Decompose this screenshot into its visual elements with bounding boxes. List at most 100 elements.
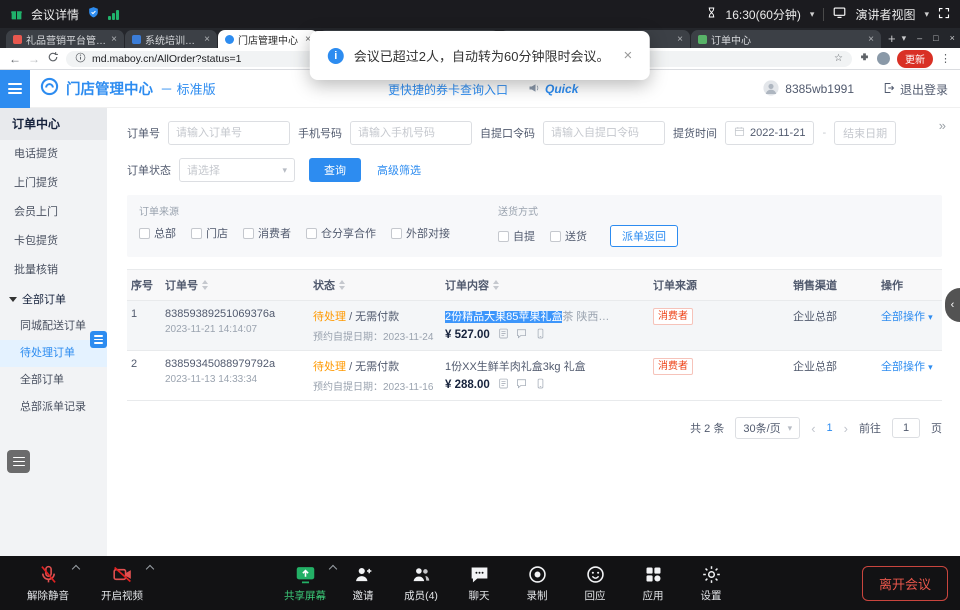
sidebar-item-member-visit[interactable]: 会员上门 — [0, 198, 107, 227]
meeting-title[interactable]: 会议详情 — [31, 6, 79, 23]
back-icon[interactable]: ← — [9, 53, 21, 65]
order-no-input[interactable] — [168, 121, 290, 145]
sort-icon[interactable] — [339, 280, 345, 290]
receipt-icon[interactable] — [498, 331, 509, 342]
row-actions-dropdown[interactable]: 全部操作 ▾ — [877, 308, 942, 343]
tab-close-icon[interactable]: × — [868, 34, 874, 45]
col-content[interactable]: 订单内容 — [441, 277, 649, 293]
checkbox-delivery-deliver[interactable]: 送货 — [550, 228, 587, 244]
table-row[interactable]: 2 83859345088979792a 2023-11-13 14:33:34… — [127, 351, 942, 401]
sort-icon[interactable] — [493, 280, 499, 290]
extensions-icon[interactable] — [859, 52, 870, 66]
timer-caret-icon[interactable]: ▾ — [810, 9, 815, 20]
table-row[interactable]: 1 83859389251069376a 2023-11-21 14:14:07… — [127, 301, 942, 351]
signal-icon[interactable] — [108, 9, 119, 20]
share-options-caret-icon[interactable] — [329, 565, 337, 573]
forward-icon[interactable]: → — [28, 53, 40, 65]
toast-close-icon[interactable]: × — [623, 47, 632, 64]
order-status-select[interactable]: 请选择 ▾ — [179, 158, 295, 182]
message-icon[interactable] — [516, 331, 527, 342]
share-screen-button[interactable]: 共享屏幕 — [283, 563, 327, 603]
start-date-picker[interactable]: 2022-11-21 — [725, 121, 814, 145]
tab-search-icon[interactable]: ▾ — [902, 33, 907, 44]
window-maximize-icon[interactable]: □ — [933, 33, 938, 43]
leave-meeting-button[interactable]: 离开会议 — [862, 566, 948, 601]
search-button[interactable]: 查询 — [309, 158, 361, 182]
reload-icon[interactable] — [47, 51, 59, 66]
checkbox-source-external[interactable]: 外部对接 — [391, 225, 450, 241]
tab-close-icon[interactable]: × — [204, 34, 210, 45]
sidebar-expand-handle[interactable] — [90, 331, 107, 348]
fullscreen-icon[interactable] — [938, 7, 950, 22]
logout-button[interactable]: 退出登录 — [883, 70, 948, 108]
row-actions-dropdown[interactable]: 全部操作 ▾ — [877, 358, 942, 393]
next-page-icon[interactable]: › — [844, 421, 848, 436]
view-mode-caret-icon[interactable]: ▾ — [924, 9, 929, 20]
message-icon[interactable] — [516, 381, 527, 392]
checkbox-delivery-pickup[interactable]: 自提 — [498, 228, 535, 244]
advanced-filter-link[interactable]: 高级筛选 — [377, 162, 421, 178]
browser-tab[interactable]: 订单中心 × — [691, 30, 881, 48]
browser-menu-icon[interactable]: ⋮ — [940, 52, 951, 65]
browser-tab-active[interactable]: 门店管理中心 × — [218, 30, 318, 48]
browser-tab[interactable]: 礼品营销平台管理中心 × — [6, 30, 124, 48]
sidebar-item-batch-verify[interactable]: 批量核销 — [0, 256, 107, 285]
window-minimize-icon[interactable]: – — [917, 33, 922, 43]
coupon-query-link[interactable]: 更快捷的券卡查询入口 — [388, 81, 508, 98]
window-close-icon[interactable]: × — [950, 33, 955, 43]
view-mode-selector[interactable]: 演讲者视图 — [855, 6, 915, 23]
checkbox-source-consumer[interactable]: 消费者 — [243, 225, 291, 241]
goto-page-input[interactable] — [892, 418, 920, 438]
tab-close-icon[interactable]: × — [111, 34, 117, 45]
checkbox-source-hq[interactable]: 总部 — [139, 225, 176, 241]
table-header: 序号 订单号 状态 订单内容 订单来源 销售渠道 操作 — [127, 269, 942, 301]
sidebar-item-card-pickup[interactable]: 卡包提货 — [0, 227, 107, 256]
reaction-button[interactable]: 回应 — [573, 563, 617, 603]
site-info-icon[interactable] — [75, 52, 86, 66]
settings-button[interactable]: 设置 — [689, 563, 733, 603]
sidebar-item-all-orders[interactable]: 全部订单 — [0, 367, 107, 394]
current-page[interactable]: 1 — [827, 422, 833, 434]
end-date-picker[interactable]: 结束日期 — [834, 121, 896, 145]
shield-check-icon[interactable] — [87, 6, 100, 22]
prev-page-icon[interactable]: ‹ — [811, 421, 815, 436]
floating-menu-button[interactable] — [7, 450, 30, 473]
video-options-caret-icon[interactable] — [146, 565, 154, 573]
mic-off-icon — [38, 563, 59, 585]
chat-button[interactable]: 聊天 — [457, 563, 501, 603]
start-video-button[interactable]: 开启视频 — [100, 563, 144, 603]
unmute-button[interactable]: 解除静音 — [26, 563, 70, 603]
page-size-select[interactable]: 30条/页 ▾ — [735, 417, 800, 439]
mic-options-caret-icon[interactable] — [72, 565, 80, 573]
browser-profile-icon[interactable] — [877, 52, 890, 65]
collapse-panel-icon[interactable]: » — [939, 118, 946, 133]
quick-entry[interactable]: Quick — [528, 82, 578, 97]
members-button[interactable]: 成员(4) — [399, 563, 443, 603]
col-status[interactable]: 状态 — [309, 277, 441, 293]
sidebar-item-phone-pickup[interactable]: 电话提货 — [0, 140, 107, 169]
phone-input[interactable] — [350, 121, 472, 145]
sidebar-group-all-orders[interactable]: 全部订单 — [0, 285, 107, 313]
tab-close-icon[interactable]: × — [677, 34, 683, 45]
browser-update-button[interactable]: 更新 — [897, 50, 933, 68]
order-price: ¥ 288.00 — [445, 379, 490, 391]
user-account[interactable]: 8385wb1991 — [763, 70, 854, 108]
receipt-icon[interactable] — [498, 381, 509, 392]
invite-button[interactable]: 邀请 — [341, 563, 385, 603]
record-button[interactable]: 录制 — [515, 563, 559, 603]
apps-button[interactable]: 应用 — [631, 563, 675, 603]
sidebar-item-hq-dispatch-log[interactable]: 总部派单记录 — [0, 394, 107, 421]
checkbox-source-store[interactable]: 门店 — [191, 225, 228, 241]
pickup-code-input[interactable] — [543, 121, 665, 145]
phone-icon[interactable] — [535, 381, 546, 392]
sidebar-item-door-pickup[interactable]: 上门提货 — [0, 169, 107, 198]
dispatch-return-button[interactable]: 派单返回 — [610, 225, 678, 247]
menu-hamburger-button[interactable] — [0, 70, 30, 108]
bookmark-star-icon[interactable]: ☆ — [834, 53, 843, 64]
browser-tab[interactable]: 系统培训学习 × — [125, 30, 217, 48]
sort-icon[interactable] — [202, 280, 208, 290]
col-order-no[interactable]: 订单号 — [161, 277, 309, 293]
checkbox-source-warehouse-share[interactable]: 仓分享合作 — [306, 225, 376, 241]
phone-icon[interactable] — [535, 331, 546, 342]
new-tab-button[interactable]: + — [888, 31, 896, 46]
